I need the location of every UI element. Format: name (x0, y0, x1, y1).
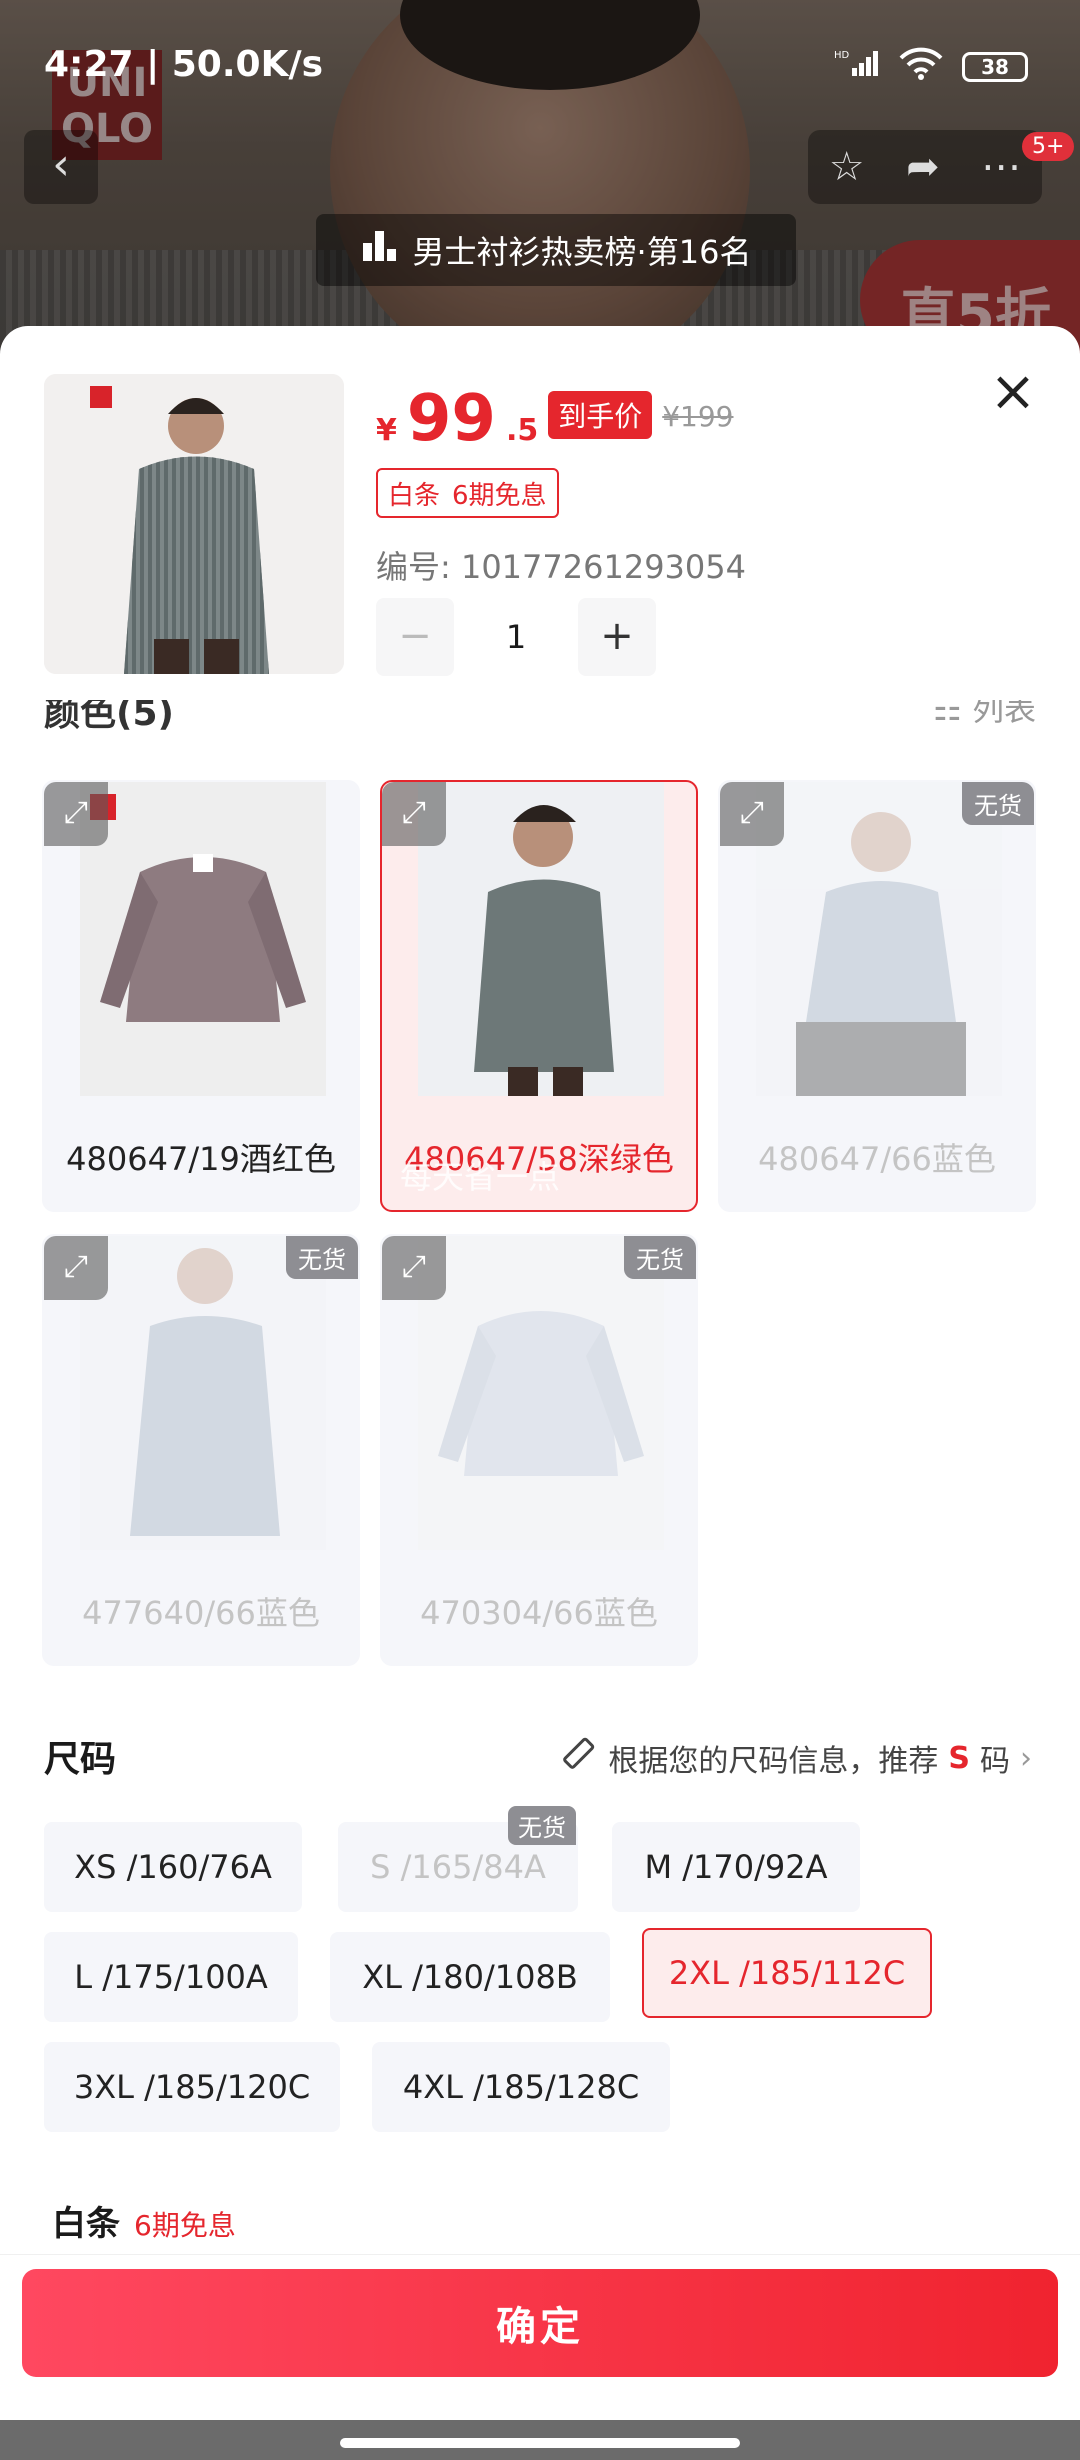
signal-icon: HD (834, 48, 880, 85)
product-thumbnail[interactable] (44, 374, 344, 674)
close-icon: × (989, 359, 1037, 424)
recommend-size: S (948, 1740, 970, 1776)
ruler-icon (558, 1734, 598, 1782)
payment-label: 白条 (52, 2204, 120, 2244)
color-option-image (80, 782, 326, 1096)
color-option-image (418, 1236, 664, 1550)
recommend-prefix: 根据您的尺码信息，推荐 (608, 1744, 939, 1779)
quantity-stepper: − 1 + (376, 598, 656, 676)
close-button[interactable]: × (988, 364, 1038, 420)
rank-pill[interactable]: 男士衬衫热卖榜·第16名 (316, 214, 796, 286)
status-bar: 4:27 | 50.0K/s HD 38 (0, 0, 1080, 130)
color-option-label: 480647/66蓝色 (758, 1140, 996, 1178)
quantity-value[interactable]: 1 (454, 618, 578, 656)
size-section-title: 尺码 (44, 1739, 117, 1780)
more-icon[interactable]: ⋯ (981, 144, 1021, 190)
original-price: ¥199 (662, 400, 734, 433)
list-view-toggle[interactable]: ☷ 列表 (933, 700, 1036, 730)
sku-number: 编号: 10177261293054 (376, 548, 746, 586)
expand-icon[interactable]: ⤢ (382, 1236, 446, 1300)
bar-chart-icon (361, 229, 399, 271)
size-option-out-of-stock[interactable]: S /165/84A 无货 (338, 1806, 578, 1912)
out-of-stock-badge: 无货 (624, 1236, 696, 1279)
out-of-stock-badge: 无货 (508, 1806, 576, 1845)
payment-option-row[interactable]: 白条 6期免息 (52, 2196, 236, 2245)
watermark-text: 每天省一点 (400, 1158, 561, 1196)
price-row: ¥ 99 .5 到手价 ¥199 (376, 382, 734, 456)
color-option-image (80, 1236, 326, 1550)
color-option-label: 477640/66蓝色 (82, 1594, 320, 1632)
decrease-button[interactable]: − (376, 598, 454, 676)
baitiao-installment-tag: 白条 6期免息 (376, 468, 559, 518)
status-icons: HD 38 (834, 46, 1028, 87)
color-section-header: 颜色(5) ☷ 列表 (44, 700, 1036, 740)
color-option-image (756, 782, 1002, 1096)
hand-price-tag: 到手价 (548, 391, 653, 439)
size-option-label: S /165/84A (370, 1848, 546, 1886)
baitiao-promo: 6期免息 (452, 480, 547, 511)
star-icon[interactable]: ☆ (829, 144, 865, 190)
color-option-out-of-stock[interactable]: ⤢ 无货 477640/66蓝色 (42, 1234, 360, 1666)
list-icon: ☷ (933, 700, 962, 728)
svg-text:HD: HD (834, 50, 850, 61)
chevron-right-icon: › (1020, 1740, 1032, 1776)
size-option[interactable]: XS /160/76A (44, 1822, 302, 1912)
expand-icon[interactable]: ⤢ (44, 782, 108, 846)
size-option[interactable]: XL /180/108B (330, 1932, 610, 2022)
notification-badge: 5+ (1022, 132, 1075, 161)
out-of-stock-badge: 无货 (286, 1236, 358, 1279)
expand-icon[interactable]: ⤢ (382, 782, 446, 846)
payment-promo: 6期免息 (134, 2209, 236, 2242)
out-of-stock-badge: 无货 (962, 782, 1034, 825)
price-currency: ¥ (376, 413, 397, 448)
wifi-icon (898, 46, 944, 87)
expand-icon[interactable]: ⤢ (720, 782, 784, 846)
color-option-out-of-stock[interactable]: ⤢ 无货 470304/66蓝色 (380, 1234, 698, 1666)
back-button[interactable]: ‹ (24, 130, 98, 204)
sku-selector-sheet: ¥ 99 .5 到手价 ¥199 × 白条 6期免息 编号: 101772612… (0, 326, 1080, 2460)
battery-icon: 38 (962, 51, 1028, 82)
top-actions: ☆ ➦ ⋯ (808, 130, 1042, 204)
color-section-title: 颜色(5) (44, 700, 174, 734)
color-option-label: 480647/19酒红色 (66, 1140, 336, 1178)
chevron-left-icon: ‹ (52, 139, 70, 190)
price-decimal: .5 (505, 413, 539, 448)
size-option[interactable]: 4XL /185/128C (372, 2042, 670, 2132)
size-option[interactable]: 3XL /185/120C (44, 2042, 340, 2132)
size-option[interactable]: M /170/92A (612, 1822, 860, 1912)
color-option-label: 470304/66蓝色 (420, 1594, 658, 1632)
home-indicator[interactable] (340, 2438, 740, 2448)
share-icon[interactable]: ➦ (906, 144, 940, 190)
color-option-image (418, 782, 664, 1096)
color-option-selected[interactable]: ⤢ 480647/58深绿色 每天省一点 (380, 780, 698, 1212)
size-option-selected[interactable]: 2XL /185/112C (642, 1928, 932, 2018)
color-option-out-of-stock[interactable]: ⤢ 无货 480647/66蓝色 (718, 780, 1036, 1212)
color-option[interactable]: ⤢ 480647/19酒红色 (42, 780, 360, 1212)
status-time: 4:27 | 50.0K/s (44, 44, 324, 85)
size-option[interactable]: L /175/100A (44, 1932, 298, 2022)
size-recommendation-link[interactable]: 根据您的尺码信息，推荐 S 码 › (558, 1734, 1032, 1782)
confirm-button[interactable]: 确定 (22, 2269, 1058, 2377)
baitiao-label: 白条 (388, 480, 441, 511)
expand-icon[interactable]: ⤢ (44, 1236, 108, 1300)
list-toggle-label: 列表 (971, 700, 1036, 728)
rank-text: 男士衬衫热卖榜·第16名 (412, 233, 752, 271)
price-integer: 99 (406, 382, 496, 456)
recommend-suffix: 码 (980, 1744, 1010, 1779)
increase-button[interactable]: + (578, 598, 656, 676)
